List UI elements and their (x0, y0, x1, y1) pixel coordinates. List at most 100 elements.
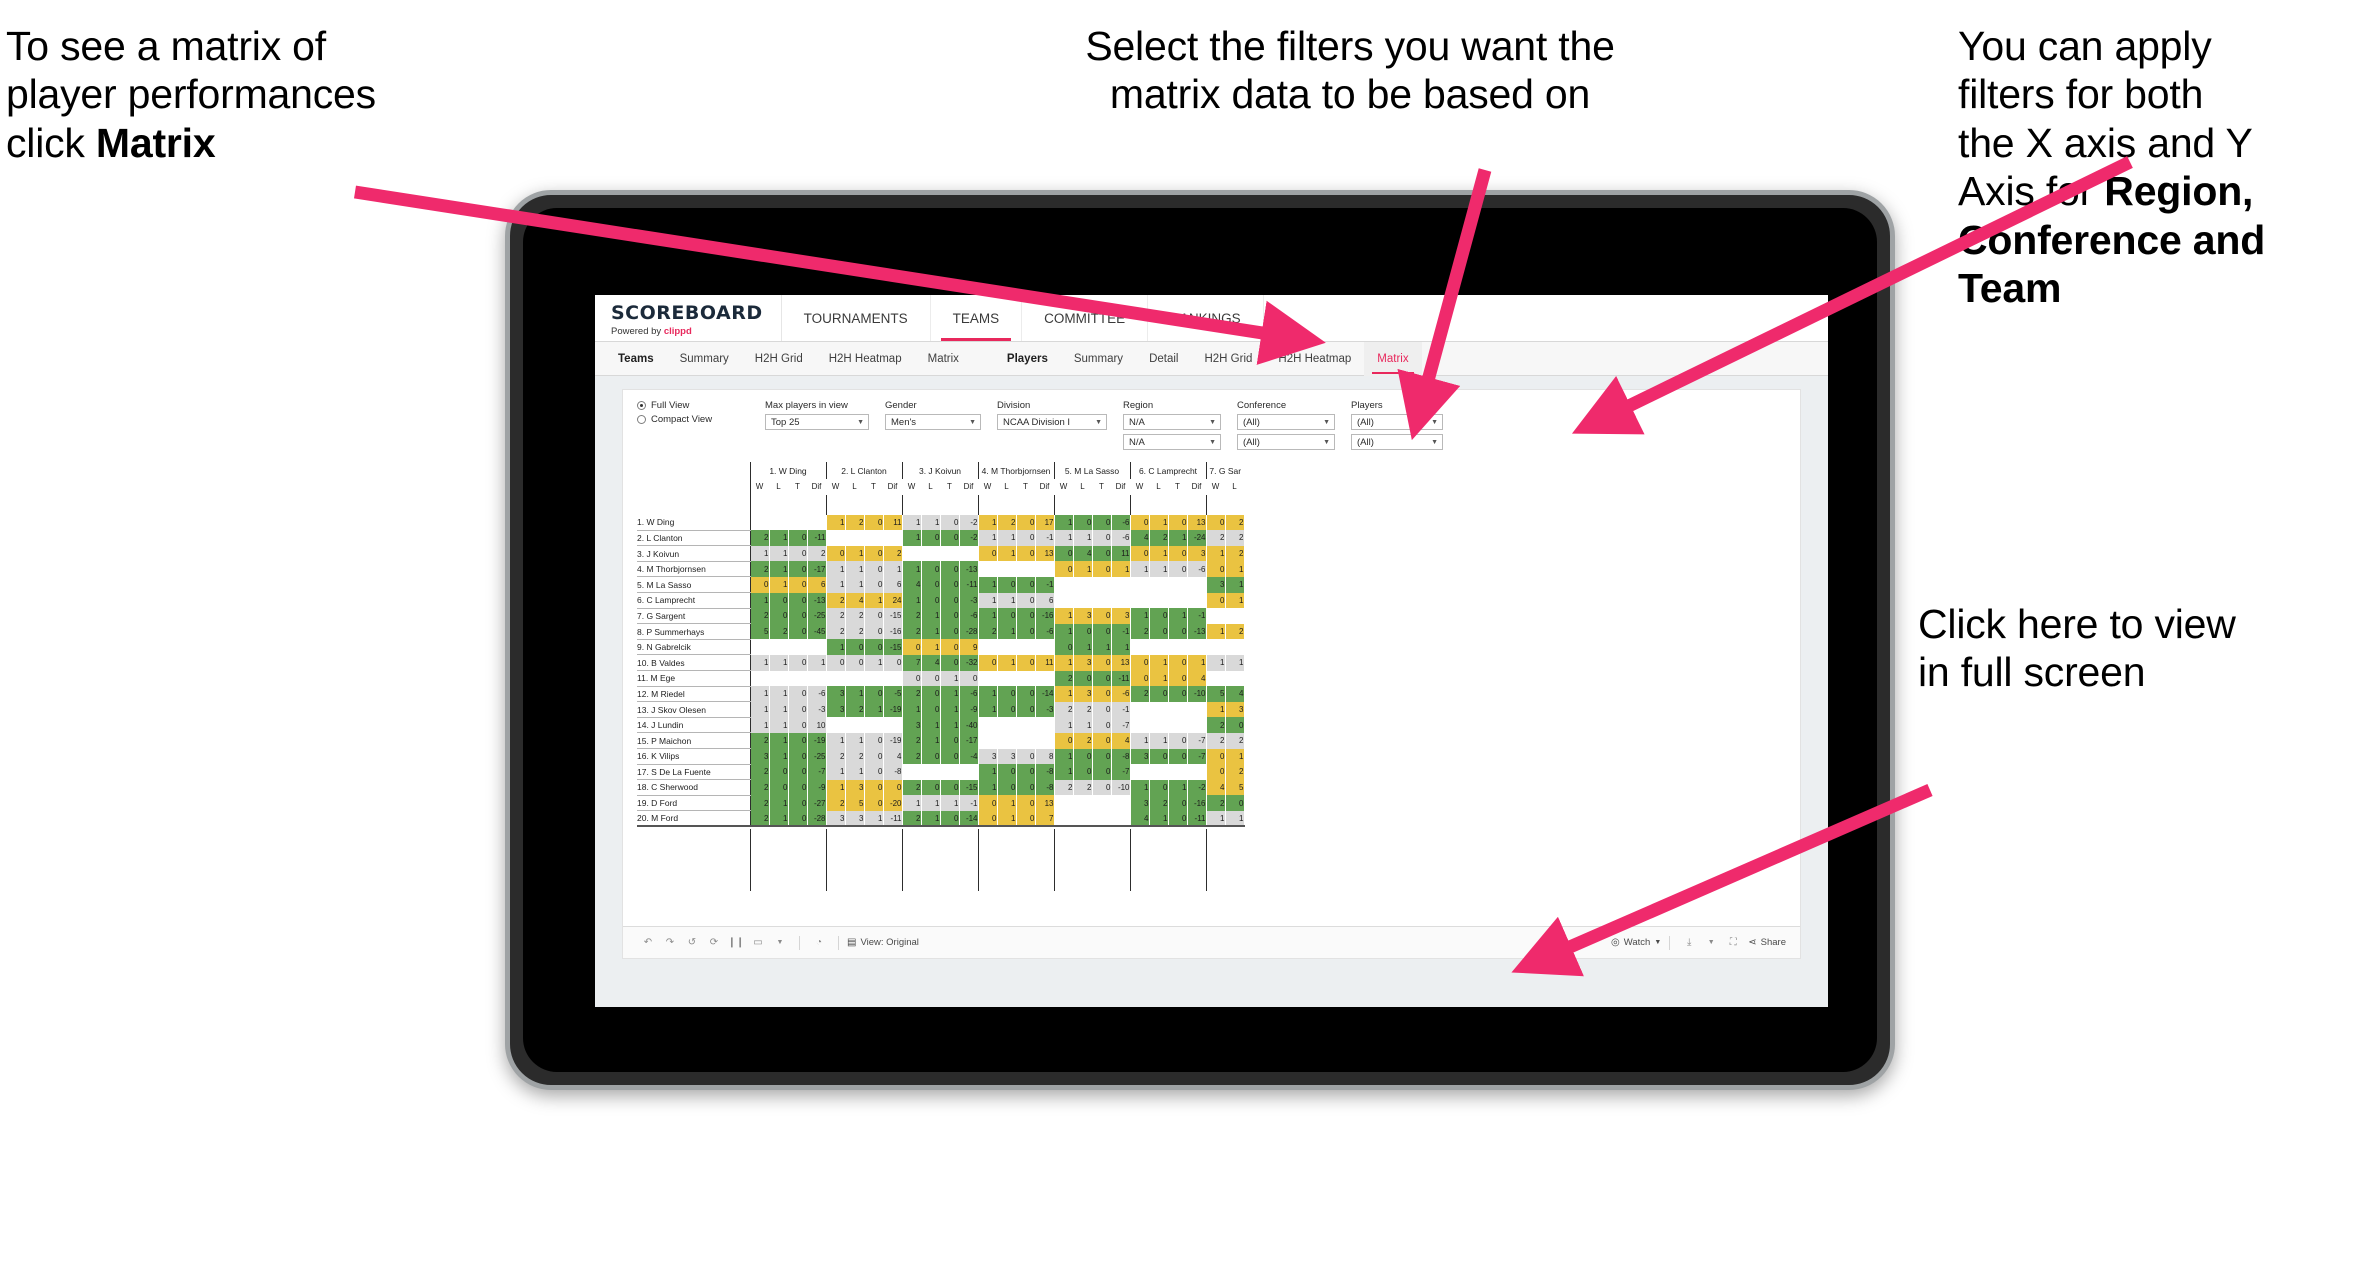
matrix-data-cell[interactable] (977, 717, 998, 733)
matrix-data-cell[interactable]: 0 (1073, 623, 1093, 640)
matrix-data-cell[interactable] (977, 561, 998, 577)
matrix-data-cell[interactable]: 0 (1225, 795, 1245, 811)
matrix-data-cell[interactable]: 0 (864, 514, 884, 531)
matrix-row[interactable]: 13. J Skov Olesen 1 1 0 -3 3 2 1 -19 1 0 1 -9 1 0 0 -3 2 2… (637, 701, 1245, 718)
matrix-data-cell[interactable] (1225, 639, 1245, 655)
matrix-data-cell[interactable]: 1 (977, 576, 998, 593)
matrix-data-cell[interactable] (1016, 717, 1036, 733)
matrix-data-cell[interactable]: 0 (1092, 654, 1112, 671)
matrix-data-cell[interactable]: -9 (959, 701, 979, 718)
matrix-data-cell[interactable]: 0 (997, 608, 1017, 624)
matrix-data-cell[interactable]: 1 (1053, 654, 1074, 671)
matrix-data-cell[interactable]: 2 (1129, 686, 1150, 702)
undo-icon[interactable]: ↶ (637, 932, 659, 954)
matrix-data-cell[interactable]: 0 (921, 686, 941, 702)
matrix-data-cell[interactable] (769, 670, 789, 687)
matrix-data-cell[interactable]: 1 (769, 701, 789, 718)
matrix-data-cell[interactable]: 1 (940, 686, 960, 702)
matrix-data-cell[interactable] (1129, 717, 1150, 733)
matrix-data-cell[interactable]: 1 (997, 592, 1017, 609)
matrix-data-cell[interactable] (1168, 764, 1188, 780)
matrix-data-cell[interactable]: 1 (825, 576, 846, 593)
matrix-data-cell[interactable]: 1 (864, 654, 884, 671)
chevron-down-icon[interactable]: ▼ (1700, 932, 1722, 954)
matrix-data-cell[interactable] (1129, 639, 1150, 655)
matrix-data-cell[interactable]: 0 (1129, 654, 1150, 671)
matrix-data-cell[interactable]: 0 (1092, 545, 1112, 562)
matrix-data-cell[interactable]: 3 (1073, 654, 1093, 671)
matrix-data-cell[interactable]: 0 (940, 748, 960, 765)
matrix-data-cell[interactable]: 0 (1168, 654, 1188, 671)
matrix-data-cell[interactable] (1053, 576, 1074, 593)
sub-nav-teams-summary[interactable]: Summary (667, 342, 742, 376)
matrix-data-cell[interactable]: -15 (883, 639, 903, 655)
matrix-data-cell[interactable] (845, 670, 865, 687)
matrix-data-cell[interactable]: 2 (1073, 732, 1093, 749)
matrix-data-cell[interactable] (1016, 561, 1036, 577)
matrix-data-cell[interactable]: 0 (997, 701, 1017, 718)
matrix-data-cell[interactable]: 0 (1016, 623, 1036, 640)
matrix-data-cell[interactable]: -17 (959, 732, 979, 749)
matrix-data-cell[interactable] (977, 639, 998, 655)
matrix-data-cell[interactable]: 2 (901, 732, 922, 749)
matrix-data-cell[interactable] (749, 639, 770, 655)
matrix-data-cell[interactable]: 1 (845, 576, 865, 593)
matrix-data-cell[interactable] (1205, 670, 1226, 687)
matrix-data-cell[interactable] (1073, 795, 1093, 811)
matrix-data-cell[interactable]: 0 (921, 701, 941, 718)
matrix-data-cell[interactable]: 1 (1168, 608, 1188, 624)
matrix-data-cell[interactable]: 1 (901, 530, 922, 546)
matrix-data-cell[interactable]: -13 (1187, 623, 1207, 640)
matrix-data-cell[interactable]: 0 (1073, 514, 1093, 531)
matrix-data-cell[interactable] (1205, 639, 1226, 655)
matrix-data-cell[interactable]: -8 (1035, 764, 1055, 780)
matrix-data-cell[interactable]: 0 (1149, 608, 1169, 624)
matrix-data-cell[interactable]: 0 (1168, 748, 1188, 765)
matrix-data-cell[interactable]: 4 (1129, 810, 1150, 827)
matrix-row[interactable]: 11. M Ege 0 0 1 0 2 0 0 -11 0 1 0 4 (637, 670, 1245, 687)
matrix-data-cell[interactable]: 5 (1205, 686, 1226, 702)
matrix-data-cell[interactable]: 2 (1225, 514, 1245, 531)
matrix-data-cell[interactable] (1168, 639, 1188, 655)
matrix-data-cell[interactable]: 2 (1073, 701, 1093, 718)
matrix-data-cell[interactable]: 3 (977, 748, 998, 765)
matrix-data-cell[interactable]: -5 (883, 686, 903, 702)
matrix-data-cell[interactable]: -4 (959, 748, 979, 765)
matrix-data-cell[interactable]: 17 (1035, 514, 1055, 531)
matrix-data-cell[interactable]: 1 (901, 701, 922, 718)
matrix-data-cell[interactable] (1016, 670, 1036, 687)
matrix-data-cell[interactable]: 1 (940, 795, 960, 811)
matrix-data-cell[interactable]: 0 (1225, 717, 1245, 733)
matrix-data-cell[interactable] (901, 545, 922, 562)
matrix-row[interactable]: 18. C Sherwood 2 0 0 -9 1 3 0 0 2 0 0 -15 1 0 0 -8 2 2 0 -10… (637, 779, 1245, 796)
matrix-data-cell[interactable]: 2 (901, 779, 922, 796)
matrix-data-cell[interactable]: 2 (997, 514, 1017, 531)
matrix-data-cell[interactable]: 1 (845, 545, 865, 562)
matrix-data-cell[interactable]: 0 (1016, 514, 1036, 531)
matrix-data-cell[interactable] (1092, 795, 1112, 811)
highlight-icon[interactable]: ▭ (747, 932, 769, 954)
matrix-data-cell[interactable]: 0 (921, 530, 941, 546)
matrix-data-cell[interactable]: 1 (1149, 654, 1169, 671)
matrix-data-cell[interactable]: 2 (845, 748, 865, 765)
matrix-data-cell[interactable]: 1 (1149, 732, 1169, 749)
matrix-data-cell[interactable]: 1 (1225, 748, 1245, 765)
matrix-data-cell[interactable]: 1 (1111, 561, 1131, 577)
matrix-row[interactable]: 15. P Maichon 2 1 0 -19 1 1 0 -19 2 1 0 -17 0 2 0 4 1 1 0 -7… (637, 732, 1245, 749)
matrix-data-cell[interactable]: -3 (959, 592, 979, 609)
matrix-data-cell[interactable] (977, 670, 998, 687)
matrix-data-cell[interactable]: -2 (959, 514, 979, 531)
matrix-data-cell[interactable] (845, 530, 865, 546)
matrix-data-cell[interactable]: -1 (1035, 576, 1055, 593)
matrix-data-cell[interactable]: 0 (769, 592, 789, 609)
matrix-data-cell[interactable]: 2 (825, 748, 846, 765)
matrix-data-cell[interactable]: 1 (769, 810, 789, 827)
matrix-data-cell[interactable]: 11 (1035, 654, 1055, 671)
matrix-data-cell[interactable]: -40 (959, 717, 979, 733)
matrix-data-cell[interactable]: -3 (1035, 701, 1055, 718)
matrix-data-cell[interactable]: 0 (1016, 810, 1036, 827)
matrix-data-cell[interactable]: 2 (845, 701, 865, 718)
matrix-data-cell[interactable]: 1 (1225, 561, 1245, 577)
matrix-data-cell[interactable]: 4 (1073, 545, 1093, 562)
matrix-data-cell[interactable]: 0 (921, 561, 941, 577)
